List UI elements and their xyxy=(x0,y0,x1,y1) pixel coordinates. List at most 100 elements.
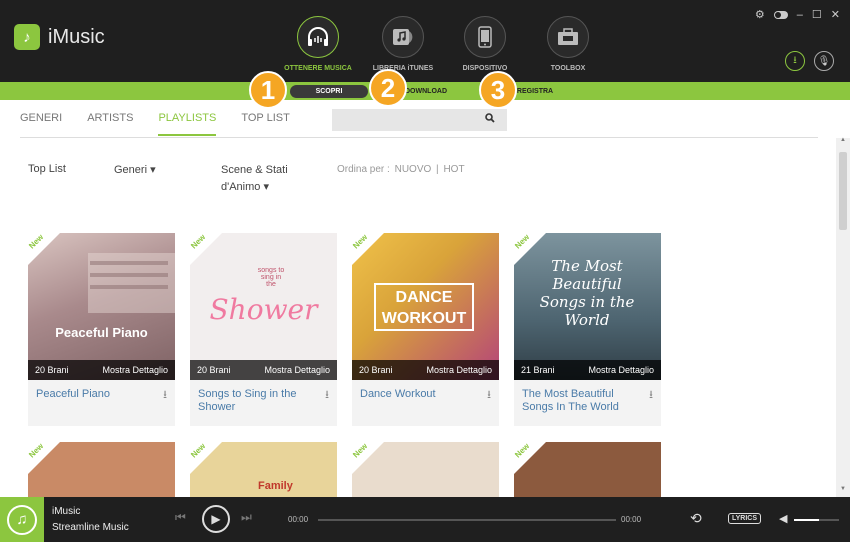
track-artist: Streamline Music xyxy=(52,522,129,533)
music-library-icon xyxy=(382,16,424,58)
sort-hot[interactable]: HOT xyxy=(443,164,464,175)
toolbox-icon xyxy=(547,16,589,58)
cover-title: The Most Beautiful Songs in the World xyxy=(539,257,635,329)
next-icon[interactable]: ⏭ xyxy=(241,510,252,525)
tab-top-list[interactable]: TOP LIST xyxy=(241,112,290,136)
cover-info-bar: 20 Brani Mostra Dettaglio xyxy=(352,360,499,380)
top-bar: ♪ iMusic OTTENERE MUSICA LIBRERIA iTUNES… xyxy=(0,0,850,82)
tab-divider xyxy=(20,137,818,138)
time-total: 00:00 xyxy=(621,515,642,524)
music-note-icon: ♫ xyxy=(7,504,37,535)
nav-toolbox[interactable]: TOOLBOX xyxy=(523,16,613,72)
download-icon[interactable]: ⭳ xyxy=(325,386,329,405)
minimize-icon[interactable]: – xyxy=(797,9,803,21)
cover-title: Family xyxy=(258,480,293,492)
play-button[interactable]: ▶ xyxy=(202,505,230,533)
sort-label: Ordina per : xyxy=(337,164,390,175)
scroll-thumb[interactable] xyxy=(839,152,847,230)
filter-generi-label: Generi xyxy=(114,164,148,176)
scroll-down-icon[interactable]: ▼ xyxy=(840,486,846,492)
nav-dispositivo[interactable]: DISPOSITIVO xyxy=(440,16,530,72)
nav-libreria-itunes[interactable]: LIBRERIA iTUNES xyxy=(358,16,448,72)
step-badge-2: 2 xyxy=(369,69,407,107)
sub-nav-bar: SCOPRI DOWNLOAD REGISTRA xyxy=(0,82,850,100)
playlist-name[interactable]: Songs to Sing in the Shower xyxy=(198,388,316,414)
playlist-card[interactable]: The Most Beautiful Songs in the World 21… xyxy=(512,231,661,426)
show-detail-link[interactable]: Mostra Dettaglio xyxy=(588,365,654,375)
filter-top-list[interactable]: Top List xyxy=(28,163,66,175)
filter-scene-line1: Scene & Stati xyxy=(221,164,288,176)
download-icon[interactable]: ⭳ xyxy=(487,386,491,405)
filter-scene-line2: d'Animo xyxy=(221,181,261,193)
show-detail-link[interactable]: Mostra Dettaglio xyxy=(264,365,330,375)
playlist-card[interactable]: New xyxy=(28,442,175,500)
playlist-name[interactable]: Dance Workout xyxy=(360,388,478,401)
tab-artists[interactable]: ARTISTS xyxy=(87,112,133,136)
cover-title: Peaceful Piano xyxy=(55,325,148,340)
volume-icon[interactable]: ◀ xyxy=(779,512,787,525)
playlist-card[interactable]: Peaceful Piano 20 Brani Mostra Dettaglio… xyxy=(26,231,175,426)
tab-playlists[interactable]: PLAYLISTS xyxy=(158,112,217,136)
cover-title: Shower xyxy=(209,293,318,326)
scrollbar[interactable]: ▲ ▼ xyxy=(836,137,850,497)
step-badge-1: 1 xyxy=(249,71,287,109)
tab-generi[interactable]: GENERI xyxy=(20,112,62,136)
category-tabs: GENERI ARTISTS PLAYLISTS TOP LIST xyxy=(20,112,315,136)
step-badge-3: 3 xyxy=(479,71,517,109)
playlist-card[interactable]: New xyxy=(514,442,661,500)
scroll-up-icon[interactable]: ▲ xyxy=(840,137,846,143)
maximize-icon[interactable]: ☐ xyxy=(812,8,822,21)
dropdown-arrow-icon: ▾ xyxy=(147,164,156,176)
sort-separator: | xyxy=(436,164,439,175)
download-icon[interactable]: ⭳ xyxy=(163,386,167,405)
download-icon[interactable]: ⭳ xyxy=(785,51,805,71)
playlist-card[interactable]: songs to sing in the Shower 20 Brani Mos… xyxy=(188,231,337,426)
cover-title: DANCE WORKOUT xyxy=(374,283,474,331)
time-current: 00:00 xyxy=(288,515,309,524)
download-icon[interactable]: ⭳ xyxy=(649,386,653,405)
cover-subtitle: songs to sing in the xyxy=(257,267,285,288)
track-count: 20 Brani xyxy=(197,365,231,375)
cover-info-bar: 20 Brani Mostra Dettaglio xyxy=(190,360,337,380)
progress-bar[interactable] xyxy=(318,519,616,521)
top-right-actions: ⭳ 🎙 xyxy=(785,51,834,71)
filter-generi[interactable]: Generi ▾ xyxy=(114,163,156,176)
track-title: iMusic xyxy=(52,506,81,517)
playlist-name[interactable]: The Most Beautiful Songs In The World xyxy=(522,388,640,414)
sort-new[interactable]: NUOVO xyxy=(395,164,432,175)
window-controls: ⚙ – ☐ ✕ xyxy=(755,8,840,22)
settings-icon[interactable]: ⚙ xyxy=(755,8,765,21)
tab-registra[interactable]: REGISTRA xyxy=(512,85,558,98)
tab-scopri[interactable]: SCOPRI xyxy=(290,85,368,98)
cover-info-bar: 20 Brani Mostra Dettaglio xyxy=(28,360,175,380)
search-input[interactable] xyxy=(332,109,507,131)
album-art: ♫ xyxy=(0,497,44,542)
volume-fill xyxy=(794,519,819,521)
track-count: 21 Brani xyxy=(521,365,555,375)
dropdown-arrow-icon: ▾ xyxy=(260,181,269,193)
playlist-name[interactable]: Peaceful Piano xyxy=(36,388,154,401)
filter-scene[interactable]: Scene & Stati d'Animo ▾ xyxy=(221,162,288,196)
track-count: 20 Brani xyxy=(359,365,393,375)
previous-icon[interactable]: ⏮ xyxy=(175,510,186,525)
sort-options: Ordina per : NUOVO | HOT xyxy=(337,164,467,175)
show-detail-link[interactable]: Mostra Dettaglio xyxy=(102,365,168,375)
close-icon[interactable]: ✕ xyxy=(831,8,840,21)
headphones-icon xyxy=(297,16,339,58)
playlist-card[interactable]: New xyxy=(352,442,499,500)
playlist-card[interactable]: Family New xyxy=(190,442,337,500)
toggle-icon[interactable] xyxy=(773,10,788,19)
repeat-icon[interactable]: ⟲ xyxy=(690,510,702,527)
playlist-card[interactable]: DANCE WORKOUT 20 Brani Mostra Dettaglio … xyxy=(350,231,499,426)
search-icon[interactable] xyxy=(485,113,495,126)
phone-icon xyxy=(464,16,506,58)
track-count: 20 Brani xyxy=(35,365,69,375)
show-detail-link[interactable]: Mostra Dettaglio xyxy=(426,365,492,375)
app-logo: ♪ iMusic xyxy=(14,24,105,50)
volume-slider[interactable] xyxy=(794,519,839,521)
player-bar: ♫ iMusic Streamline Music ⏮ ▶ ⏭ 00:00 00… xyxy=(0,497,850,542)
lyrics-button[interactable]: LYRICS xyxy=(728,513,762,524)
microphone-icon[interactable]: 🎙 xyxy=(814,51,834,71)
music-note-icon: ♪ xyxy=(14,24,40,50)
nav-ottenere-musica[interactable]: OTTENERE MUSICA xyxy=(273,16,363,72)
